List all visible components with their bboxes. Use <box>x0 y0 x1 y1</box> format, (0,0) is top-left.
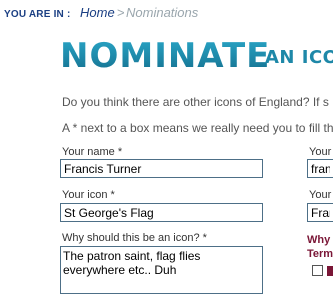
name-field[interactable] <box>60 159 263 178</box>
reason-label: Why should this be an icon? * <box>62 232 207 244</box>
name-label: Your name * <box>62 146 123 158</box>
breadcrumb-current: Nominations <box>126 5 199 20</box>
terms-checkbox-label-fragment <box>327 266 333 276</box>
right-field-2[interactable] <box>307 203 333 222</box>
intro-question: Do you think there are other icons of En… <box>62 95 329 109</box>
page-subtitle: AN ICO <box>265 47 333 68</box>
right-label-1: Your <box>309 146 332 158</box>
required-note: A * next to a box means we really need y… <box>62 121 333 135</box>
right-field-1[interactable] <box>307 159 333 178</box>
page-title: NOMINATE <box>60 36 271 76</box>
breadcrumb-separator: > <box>117 5 125 20</box>
breadcrumb-prefix: YOU ARE IN : <box>4 9 71 20</box>
terms-checkbox[interactable] <box>312 265 323 276</box>
right-label-2: Your <box>309 189 332 201</box>
icon-label: Your icon * <box>62 189 115 201</box>
breadcrumb: YOU ARE IN : Home > Nominations <box>0 0 333 30</box>
right-heading-why: Why <box>307 234 331 246</box>
breadcrumb-home-link[interactable]: Home <box>80 5 115 20</box>
right-heading-terms: Term <box>307 248 333 260</box>
reason-textarea[interactable]: The patron saint, flag flies everywhere … <box>60 246 263 294</box>
icon-field[interactable] <box>60 203 263 222</box>
